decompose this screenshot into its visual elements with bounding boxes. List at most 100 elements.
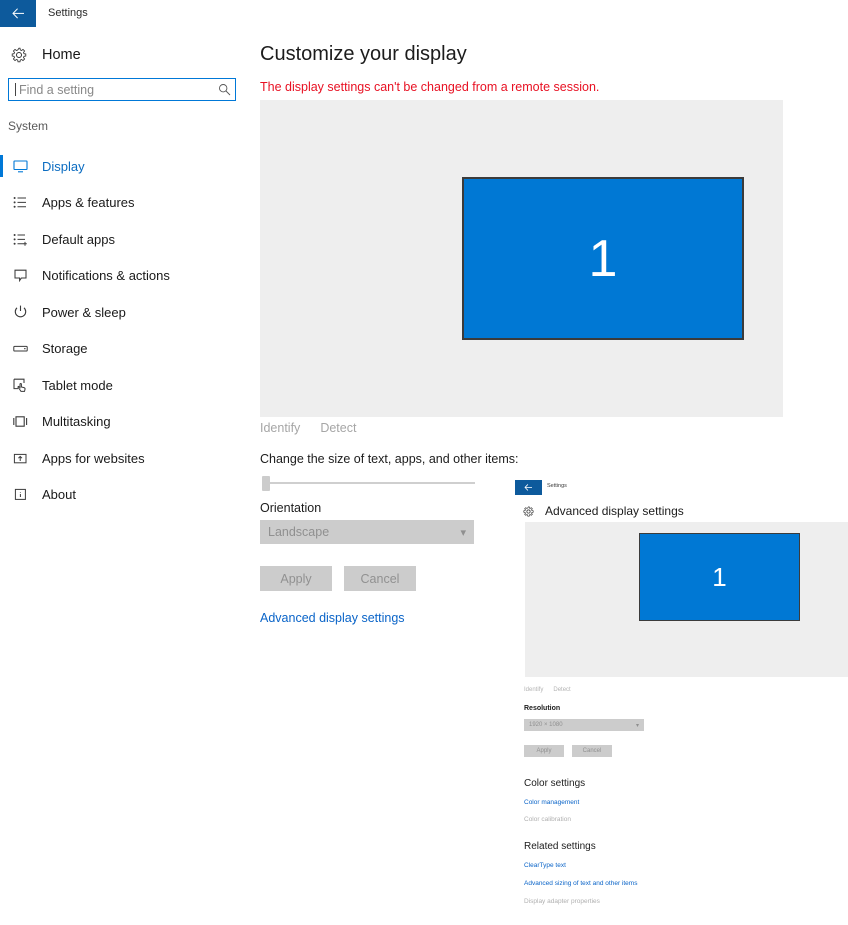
overlay-window-title: Settings [547, 483, 567, 489]
overlay-title: Advanced display settings [545, 504, 684, 518]
sidebar-item-apps-for-websites[interactable]: Apps for websites [0, 440, 250, 477]
text-caret [15, 83, 16, 96]
identify-button[interactable]: Identify [260, 421, 300, 435]
monitor-icon [8, 160, 32, 173]
gear-icon [8, 47, 30, 63]
active-indicator [0, 484, 3, 506]
list-add-icon [8, 233, 32, 246]
sidebar-item-label: Display [42, 158, 85, 174]
orientation-select[interactable]: Landscape ▾ [260, 520, 474, 544]
cancel-button[interactable]: Cancel [344, 566, 416, 591]
identify-detect-row: Identify Detect [260, 421, 356, 435]
sidebar-item-label: Apps & features [42, 195, 135, 211]
sidebar-item-label: Notifications & actions [42, 268, 170, 284]
sidebar-item-multitasking[interactable]: Multitasking [0, 404, 250, 441]
sidebar-item-about[interactable]: About [0, 477, 250, 514]
notification-icon [8, 269, 32, 283]
advanced-display-settings-link[interactable]: Advanced display settings [260, 611, 405, 625]
color-management-link[interactable]: Color management [524, 799, 579, 806]
overlay-cancel-button[interactable]: Cancel [572, 745, 612, 757]
search-input[interactable] [17, 82, 213, 97]
scale-slider-label: Change the size of text, apps, and other… [260, 452, 519, 466]
sidebar-item-storage[interactable]: Storage [0, 331, 250, 368]
sidebar-item-home[interactable]: Home [8, 42, 168, 68]
active-indicator [0, 301, 3, 323]
sidebar-item-label: Default apps [42, 231, 115, 247]
active-indicator [0, 192, 3, 214]
related-settings-title: Related settings [524, 841, 596, 852]
page-title: Customize your display [260, 43, 467, 65]
resolution-select[interactable]: 1920 × 1080 ▾ [524, 719, 644, 731]
main-button-row: Apply Cancel [260, 566, 416, 591]
multitask-icon [8, 415, 32, 428]
overlay-header: Advanced display settings [523, 504, 684, 518]
overlay-apply-button[interactable]: Apply [524, 745, 564, 757]
slider-thumb[interactable] [262, 476, 270, 491]
sidebar-item-label: About [42, 487, 76, 503]
overlay-detect-button[interactable]: Detect [553, 687, 570, 693]
overlay-identify-detect-row: Identify Detect [524, 687, 571, 693]
sidebar-item-label: Tablet mode [42, 377, 113, 393]
sidebar-home-label: Home [42, 47, 81, 63]
active-indicator [0, 447, 3, 469]
settings-window: Settings Home System [0, 0, 848, 925]
scale-slider[interactable] [262, 476, 475, 491]
active-indicator [0, 155, 3, 177]
apps-web-icon [8, 452, 32, 465]
arrow-left-icon [11, 8, 24, 19]
power-icon [8, 305, 32, 319]
window-title: Settings [48, 7, 88, 19]
monitor-number: 1 [712, 561, 727, 592]
monitor-number: 1 [588, 229, 618, 288]
resolution-label: Resolution [524, 705, 561, 712]
drive-icon [8, 342, 32, 355]
overlay-button-row: Apply Cancel [524, 745, 612, 757]
sidebar-item-label: Apps for websites [42, 450, 145, 466]
sidebar-item-label: Multitasking [42, 414, 111, 430]
active-indicator [0, 411, 3, 433]
remote-session-warning: The display settings can't be changed fr… [260, 80, 600, 94]
advanced-sizing-link[interactable]: Advanced sizing of text and other items [524, 880, 637, 887]
slider-track [266, 482, 475, 484]
overlay-display-preview-panel: 1 [525, 522, 848, 677]
sidebar-item-label: Storage [42, 341, 88, 357]
apply-button[interactable]: Apply [260, 566, 332, 591]
active-indicator [0, 228, 3, 250]
overlay-identify-button[interactable]: Identify [524, 687, 543, 693]
orientation-value: Landscape [268, 525, 330, 539]
detect-button[interactable]: Detect [320, 421, 356, 435]
gear-icon [523, 505, 534, 517]
display-preview-panel: 1 [260, 100, 783, 417]
overlay-monitor-thumbnail-1[interactable]: 1 [639, 533, 800, 621]
advanced-display-settings-window: Settings Advanced display settings 1 Ide… [515, 476, 848, 925]
tablet-hand-icon [8, 378, 32, 393]
chevron-down-icon: ▾ [635, 722, 639, 729]
active-indicator [0, 265, 3, 287]
active-indicator [0, 374, 3, 396]
sidebar-item-apps-features[interactable]: Apps & features [0, 185, 250, 222]
monitor-thumbnail-1[interactable]: 1 [462, 177, 744, 340]
active-indicator [0, 338, 3, 360]
list-icon [8, 196, 32, 209]
orientation-label: Orientation [260, 501, 322, 515]
resolution-value: 1920 × 1080 [529, 722, 563, 728]
cleartype-text-link[interactable]: ClearType text [524, 862, 566, 869]
sidebar-item-power-sleep[interactable]: Power & sleep [0, 294, 250, 331]
chevron-down-icon: ▾ [460, 526, 466, 539]
sidebar-item-display[interactable]: Display [0, 148, 250, 185]
sidebar-nav: Display Apps & features Default apps Not… [0, 148, 250, 513]
sidebar-item-notifications-actions[interactable]: Notifications & actions [0, 258, 250, 295]
back-button[interactable] [0, 0, 36, 27]
sidebar-item-tablet-mode[interactable]: Tablet mode [0, 367, 250, 404]
display-adapter-properties-link[interactable]: Display adapter properties [524, 898, 600, 905]
color-settings-title: Color settings [524, 778, 586, 789]
info-icon [8, 488, 32, 501]
search-box[interactable] [8, 78, 236, 101]
sidebar-group-label: System [8, 119, 49, 133]
arrow-left-icon [524, 484, 532, 491]
color-calibration-link[interactable]: Color calibration [524, 816, 571, 823]
search-icon[interactable] [213, 83, 235, 96]
sidebar-item-label: Power & sleep [42, 304, 126, 320]
sidebar-item-default-apps[interactable]: Default apps [0, 221, 250, 258]
overlay-back-button[interactable] [515, 480, 542, 495]
